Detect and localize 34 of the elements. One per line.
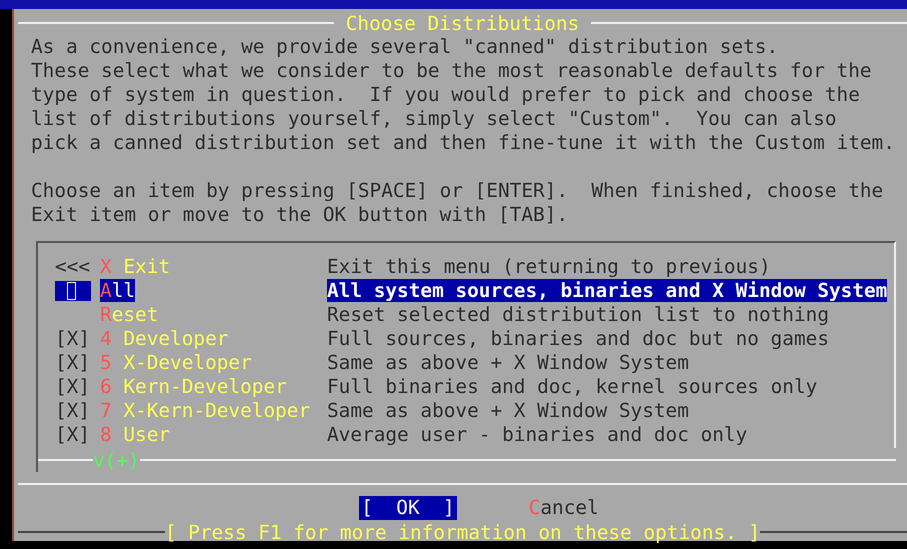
item-description: Exit this menu (returning to previous) — [327, 255, 771, 278]
item-description: Full sources, binaries and doc but no games — [327, 327, 829, 350]
item-description: Same as above + X Window System — [327, 399, 689, 422]
cancel-button[interactable]: Cancel — [526, 496, 601, 520]
menu-marker: [X] — [55, 423, 90, 447]
help-text: [ Press F1 for more information on these options. ] — [164, 520, 760, 544]
scroll-indicator: v(+) — [93, 448, 140, 472]
menu-item[interactable]: 7 X-Kern-Developer — [100, 399, 310, 422]
message-text: These select what we consider to be the most reasonable defaults for the — [31, 59, 873, 83]
menu-item[interactable]: 6 Kern-Developer — [100, 375, 287, 398]
message-text: type of system in question. If you would prefer to pick and choose the — [31, 83, 861, 107]
message-text: Choose an item by pressing [SPACE] or [ENTER]. When finished, choose the — [31, 179, 884, 203]
menu-marker: [X] — [55, 375, 90, 399]
ok-button[interactable]: [ OK ] — [359, 496, 457, 520]
menu-item[interactable]: 5 X-Developer — [100, 351, 252, 374]
menu-marker: <<< — [55, 255, 90, 279]
item-description: Average user - binaries and doc only — [327, 423, 748, 446]
menu-marker: [X] — [55, 351, 90, 375]
message-text: As a convenience, we provide several "canned" distribution sets. — [31, 35, 780, 59]
menu-item[interactable]: 4 Developer — [100, 327, 228, 350]
message-text: Exit item or move to the OK button with [TAB]. — [31, 203, 570, 227]
menu-item[interactable]: Reset — [100, 303, 158, 326]
menu-item[interactable]: All — [100, 279, 136, 302]
dialog-title: Choose Distributions — [344, 12, 580, 34]
menu-item[interactable]: X Exit — [100, 255, 170, 278]
menu-item[interactable]: 8 User — [100, 423, 170, 446]
menu-marker: [X] — [55, 327, 90, 351]
item-description: Same as above + X Window System — [327, 351, 689, 374]
message-text: list of distributions yourself, simply select "Custom". You can also — [31, 107, 838, 131]
item-description: All system sources, binaries and X Window System — [327, 279, 888, 302]
item-description: Reset selected distribution list to nothing — [327, 303, 829, 326]
menu-marker: [X] — [55, 399, 90, 423]
item-description: Full binaries and doc, kernel sources only — [327, 375, 818, 398]
message-text: pick a canned distribution set and then fine-tune it with the Custom item. — [31, 131, 896, 155]
